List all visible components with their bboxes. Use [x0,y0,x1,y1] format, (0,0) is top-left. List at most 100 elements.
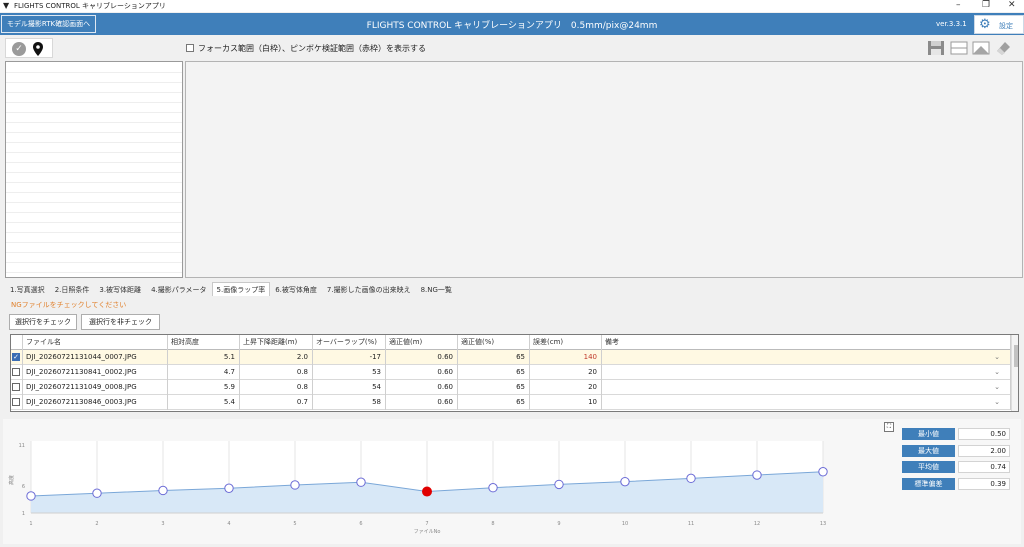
x-tick-label: 11 [688,521,694,527]
y-tick-label: 6 [22,484,25,490]
map-pin-icon[interactable] [33,42,43,56]
close-button[interactable]: ✕ [1008,0,1016,10]
eraser-icon[interactable] [994,40,1012,56]
list-row-divider [6,252,182,253]
header-filename[interactable]: ファイル名 [23,335,168,350]
row-checkbox[interactable] [12,368,20,376]
list-row-divider [6,152,182,153]
table-row[interactable]: DJI_20260721130846_0003.JPG 5.4 0.7 58 0.60 6… [11,395,1011,410]
list-row-divider [6,132,182,133]
table-cell[interactable] [602,350,1011,365]
stat-mean-value: 0.74 [958,461,1010,473]
tab-photo-select[interactable]: 1.写真選択 [5,282,50,296]
image-icon[interactable] [972,40,990,56]
x-tick-label: 2 [95,521,98,527]
stat-stddev-label: 標準偏差 [902,478,955,490]
table-header-row: ファイル名 相対高度 上昇下降距離(m) オーバーラップ(%) 適正値(m) 適… [11,335,1011,350]
stat-mean-label: 平均値 [902,461,955,473]
table-scroll-thumb[interactable] [1014,345,1018,367]
y-tick-label: 1 [22,511,25,517]
table-cell[interactable] [602,365,1011,380]
table-scrollbar[interactable] [1011,335,1018,411]
row-checkbox[interactable] [12,398,20,406]
row-check-cell: ✓ [11,350,23,365]
table-cell: 140 [530,350,602,365]
remarks-dropdown-icon[interactable]: ⌄ [992,365,1002,380]
data-point [554,479,564,490]
header-proper-pct[interactable]: 適正値(%) [458,335,530,350]
overlap-table: ファイル名 相対高度 上昇下降距離(m) オーバーラップ(%) 適正値(m) 適… [10,334,1019,412]
list-row-divider [6,122,182,123]
list-row-divider [6,242,182,243]
data-point [158,485,168,496]
app-title: FLIGHTS CONTROL キャリブレーションアプリ 0.5mm/pix@2… [366,21,658,31]
table-row[interactable]: ✓ DJI_20260721131044_0007.JPG 5.1 2.0 -17 0.6… [11,350,1011,365]
tab-subject-distance[interactable]: 3.被写体距離 [94,282,146,296]
header-overlap[interactable]: オーバーラップ(%) [313,335,386,350]
check-circle-icon[interactable]: ✓ [12,42,26,56]
tab-subject-angle[interactable]: 6.被写体角度 [270,282,322,296]
row-check-cell [11,365,23,380]
x-axis-label: ファイルNo [414,529,441,535]
table-cell: 2.0 [240,350,313,365]
data-point [26,491,36,501]
table-row[interactable]: DJI_20260721131049_0008.JPG 5.9 0.8 54 0.60 6… [11,380,1011,395]
header-vertical-distance[interactable]: 上昇下降距離(m) [240,335,313,350]
remarks-dropdown-icon[interactable]: ⌄ [992,395,1002,410]
data-point [752,470,762,480]
tab-image-quality[interactable]: 7.撮影した画像の出来映え [322,282,416,296]
data-point [488,483,498,493]
version-label: ver.3.3.1 [936,20,967,28]
minimize-button[interactable]: – [956,0,961,10]
gear-icon: ⚙ [979,17,991,32]
table-cell: 0.60 [386,395,458,410]
row-checkbox[interactable] [12,383,20,391]
x-tick-label: 6 [359,521,362,527]
tab-overlap-rate[interactable]: 5.画像ラップ率 [211,282,271,296]
stat-stddev-value: 0.39 [958,478,1010,490]
settings-button[interactable]: ⚙ 設定 [974,15,1024,34]
window-title: FLIGHTS CONTROL キャリブレーションアプリ [14,2,166,10]
maximize-button[interactable]: ❐ [982,0,990,10]
table-cell: 65 [458,395,530,410]
remarks-dropdown-icon[interactable]: ⌄ [992,380,1002,395]
x-tick-label: 13 [820,521,826,527]
split-horizontal-icon[interactable] [950,40,968,56]
data-point [92,488,102,498]
focus-range-checkbox[interactable] [186,44,194,52]
list-row-divider [6,222,182,223]
table-cell[interactable] [602,395,1011,410]
table-cell: 5.9 [168,380,240,395]
check-selected-button[interactable]: 選択行をチェック [9,314,77,330]
focus-range-option[interactable]: フォーカス範囲（白枠）、ピンボケ検証範囲（赤枠）を表示する [186,43,426,54]
stat-min-value: 0.50 [958,428,1010,440]
tab-sunlight[interactable]: 2.日照条件 [50,282,95,296]
expand-icon[interactable]: ⛶ [884,422,894,432]
tab-ng-list[interactable]: 8.NG一覧 [416,282,457,296]
list-row-divider [6,142,182,143]
header-error[interactable]: 誤差(cm) [530,335,602,350]
uncheck-selected-button[interactable]: 選択行を非チェック [81,314,160,330]
table-cell: 5.4 [168,395,240,410]
row-check-cell [11,395,23,410]
tab-shooting-params[interactable]: 4.撮影パラメータ [146,282,211,296]
table-cell: 0.60 [386,350,458,365]
remarks-dropdown-icon[interactable]: ⌄ [992,350,1002,365]
photo-list-panel[interactable] [5,61,183,278]
ng-instruction: NGファイルをチェックしてください [11,301,127,309]
rtk-check-button[interactable]: モデル撮影RTK確認画面へ [1,15,96,33]
header-remarks[interactable]: 備考 [602,335,1011,350]
header-relative-altitude[interactable]: 相対高度 [168,335,240,350]
save-icon[interactable] [927,40,945,56]
list-row-divider [6,192,182,193]
table-cell: 4.7 [168,365,240,380]
table-cell: 20 [530,380,602,395]
table-cell[interactable] [602,380,1011,395]
list-row-divider [6,232,182,233]
row-checkbox[interactable]: ✓ [12,353,20,361]
table-row[interactable]: DJI_20260721130841_0002.JPG 4.7 0.8 53 0.60 6… [11,365,1011,380]
table-cell: DJI_20260721130846_0003.JPG [23,395,168,410]
table-cell: 65 [458,350,530,365]
altitude-chart: 1 2 3 4 5 6 7 8 9 10 11 12 131611高度ファイルNo [8,441,828,535]
header-proper-m[interactable]: 適正値(m) [386,335,458,350]
